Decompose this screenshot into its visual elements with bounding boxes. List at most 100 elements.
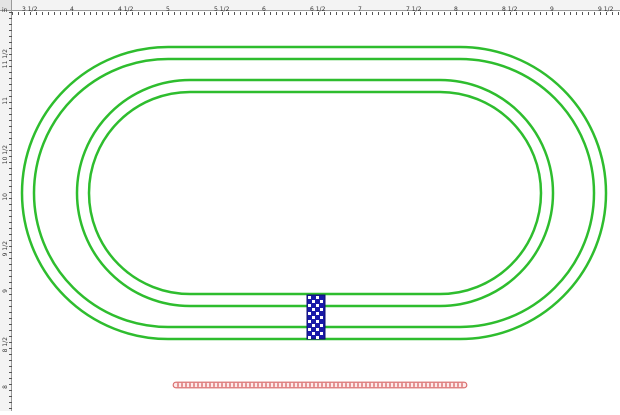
chain-link: [445, 382, 451, 388]
chain-link: [425, 382, 431, 388]
ruler-left-label: 9: [2, 289, 9, 293]
start-finish-line[interactable]: [306, 294, 326, 340]
ruler-top-label: 6 1/2: [310, 6, 326, 13]
checker-square: [316, 328, 319, 331]
chain-link: [329, 382, 335, 388]
track-lane-line[interactable]: [32, 57, 596, 329]
oval-track[interactable]: [20, 45, 608, 341]
chain-link: [281, 382, 287, 388]
checker-square: [308, 296, 311, 299]
chain-link: [261, 382, 267, 388]
chain-link: [405, 382, 411, 388]
chain-link: [217, 382, 223, 388]
drawing-canvas[interactable]: [0, 0, 620, 411]
track-lane-line[interactable]: [20, 45, 608, 341]
chain-link: [253, 382, 259, 388]
chain-link: [333, 382, 339, 388]
chain-link: [429, 382, 435, 388]
chain-link: [173, 382, 179, 388]
chain-link: [185, 382, 191, 388]
chain-link: [393, 382, 399, 388]
checker-square: [312, 300, 315, 303]
chain-link: [249, 382, 255, 388]
chain-link: [297, 382, 303, 388]
chain-link: [325, 382, 331, 388]
ruler-left-label: 10: [2, 193, 9, 201]
chain-link: [433, 382, 439, 388]
ruler-top-label: 5: [166, 6, 170, 13]
chain-link: [409, 382, 415, 388]
ruler-top-label: 9 1/2: [598, 6, 614, 13]
ruler-top-label: 8 1/2: [502, 6, 518, 13]
ruler-top-label: 4 1/2: [118, 6, 134, 13]
chain-link: [229, 382, 235, 388]
chain-link: [293, 382, 299, 388]
chain-bar[interactable]: [172, 381, 468, 389]
chain-link: [273, 382, 279, 388]
chain-link: [321, 382, 327, 388]
ruler-unit-label: in: [2, 7, 8, 14]
ruler-top-label: 6: [262, 6, 266, 13]
chain-link: [341, 382, 347, 388]
chain-link: [373, 382, 379, 388]
chain-link: [317, 382, 323, 388]
chain-link: [225, 382, 231, 388]
chain-link: [449, 382, 455, 388]
chain-link: [189, 382, 195, 388]
chain-link: [269, 382, 275, 388]
chain-link: [289, 382, 295, 388]
checker-square: [312, 324, 315, 327]
chain-link: [241, 382, 247, 388]
checker-square: [316, 320, 319, 323]
chain-link: [389, 382, 395, 388]
chain-link: [301, 382, 307, 388]
ruler-left-label: 10 1/2: [2, 145, 9, 164]
chain-bar-icon[interactable]: [172, 381, 468, 389]
ruler-left[interactable]: 11 1/2 11 10 1/2 10 9 1/2 9 8 1/2 8: [0, 0, 12, 411]
track-lane-line[interactable]: [87, 90, 543, 296]
chain-link: [285, 382, 291, 388]
chain-link: [457, 382, 463, 388]
chain-link: [233, 382, 239, 388]
chain-link: [397, 382, 403, 388]
checker-square: [316, 304, 319, 307]
checkered-flag-icon[interactable]: [306, 294, 326, 340]
ruler-top-ticks: 3 1/2 4 4 1/2 5 5 1/2 6 6 1/2 7 7 1/2 8 8 1/2 9 9 1/…: [12, 6, 619, 15]
chain-link: [461, 382, 467, 388]
chain-link: [313, 382, 319, 388]
checker-square: [316, 312, 319, 315]
chain-link: [193, 382, 199, 388]
ruler-top-label: 3 1/2: [22, 6, 38, 13]
checker-square: [320, 324, 323, 327]
chain-link: [213, 382, 219, 388]
chain-link: [277, 382, 283, 388]
track-lane-line[interactable]: [75, 78, 555, 308]
chain-link: [361, 382, 367, 388]
chain-link: [177, 382, 183, 388]
chain-link: [401, 382, 407, 388]
chain-link: [369, 382, 375, 388]
checker-square: [308, 336, 311, 339]
checker-square: [316, 336, 319, 339]
checker-square: [312, 308, 315, 311]
chain-link: [201, 382, 207, 388]
checker-square: [312, 316, 315, 319]
checker-square: [308, 328, 311, 331]
chain-link: [413, 382, 419, 388]
ruler-top[interactable]: 3 1/2 4 4 1/2 5 5 1/2 6 6 1/2 7 7 1/2 8 8 1/2 9 9 1/…: [0, 0, 620, 15]
chain-link: [417, 382, 423, 388]
chain-link: [209, 382, 215, 388]
chain-link: [365, 382, 371, 388]
chain-link: [237, 382, 243, 388]
chain-link: [245, 382, 251, 388]
ruler-left-ticks: 11 1/2 11 10 1/2 10 9 1/2 9 8 1/2 8: [2, 12, 12, 409]
chain-link: [221, 382, 227, 388]
ruler-corner: in: [0, 0, 12, 14]
chain-link: [265, 382, 271, 388]
chain-link: [421, 382, 427, 388]
chain-link: [197, 382, 203, 388]
chain-link: [257, 382, 263, 388]
chain-link: [353, 382, 359, 388]
chain-link: [345, 382, 351, 388]
ruler-left-label: 11 1/2: [2, 49, 9, 68]
